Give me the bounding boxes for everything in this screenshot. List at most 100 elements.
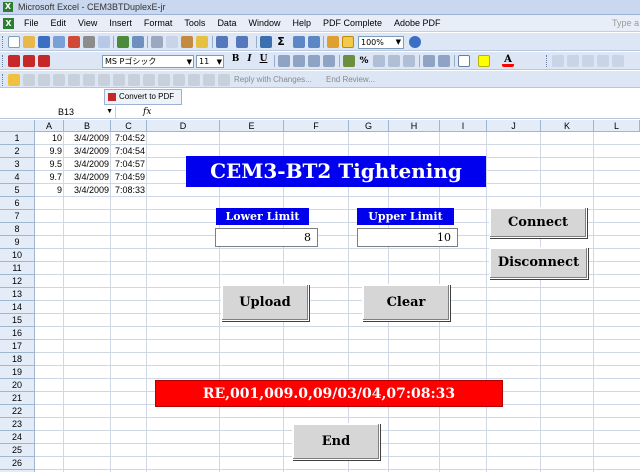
upper-limit-field[interactable]: 10: [357, 228, 458, 247]
row-header[interactable]: 20: [0, 379, 35, 392]
font-name-select[interactable]: MS Pゴシック ▼: [102, 55, 194, 68]
menu-pdf-complete[interactable]: PDF Complete: [323, 17, 382, 28]
ink-annotations-icon[interactable]: [143, 74, 155, 86]
row-header[interactable]: 12: [0, 275, 35, 288]
previous-comment-icon[interactable]: [23, 74, 35, 86]
column-header-k[interactable]: K: [541, 120, 594, 132]
print-preview-icon[interactable]: [98, 36, 110, 48]
column-header-e[interactable]: E: [220, 120, 284, 132]
lower-limit-field[interactable]: 8: [215, 228, 318, 247]
column-header-a[interactable]: A: [35, 120, 64, 132]
eraser-icon[interactable]: [188, 74, 200, 86]
copy-icon[interactable]: [166, 36, 178, 48]
cell-a3[interactable]: 9.5: [35, 158, 64, 171]
row-header[interactable]: 6: [0, 197, 35, 210]
underline-button[interactable]: U: [258, 54, 269, 64]
align-right-icon[interactable]: [308, 55, 320, 67]
new-comment-icon[interactable]: [8, 74, 20, 86]
create-task-icon[interactable]: [98, 74, 110, 86]
show-ink-icon[interactable]: [173, 74, 185, 86]
row-header[interactable]: 17: [0, 340, 35, 353]
merge-center-icon[interactable]: [323, 55, 335, 67]
drawing-tool-icon[interactable]: [612, 55, 624, 67]
row-header[interactable]: 19: [0, 366, 35, 379]
percent-icon[interactable]: %: [358, 55, 370, 67]
menu-data[interactable]: Data: [217, 17, 236, 28]
row-header[interactable]: 16: [0, 327, 35, 340]
cell-c1[interactable]: 7:04:52: [111, 132, 147, 145]
bold-button[interactable]: B: [230, 54, 241, 64]
row-header[interactable]: 7: [0, 210, 35, 223]
decrease-indent-icon[interactable]: [423, 55, 435, 67]
drawing-tool-icon[interactable]: [582, 55, 594, 67]
menu-view[interactable]: View: [78, 17, 97, 28]
fx-icon[interactable]: fx: [143, 106, 151, 118]
row-header[interactable]: 1: [0, 132, 35, 145]
column-header-b[interactable]: B: [64, 120, 111, 132]
toolbar-options-icon[interactable]: [524, 55, 532, 67]
send-to-mail-icon[interactable]: [128, 74, 140, 86]
toolbar-grip[interactable]: [2, 74, 5, 86]
connect-button[interactable]: Connect: [489, 207, 587, 238]
toolbar-grip[interactable]: [2, 36, 5, 48]
autosum-icon[interactable]: Σ: [275, 36, 287, 48]
toolbar-grip[interactable]: [546, 55, 549, 67]
select-all-corner[interactable]: [0, 120, 35, 132]
end-button[interactable]: End: [292, 423, 380, 460]
reply-icon[interactable]: [218, 74, 230, 86]
sort-descending-icon[interactable]: [308, 36, 320, 48]
show-all-comments-icon[interactable]: [68, 74, 80, 86]
font-size-select[interactable]: 11 ▼: [196, 55, 224, 68]
menu-help[interactable]: Help: [292, 17, 311, 28]
zoom-select[interactable]: 100% ▼: [358, 36, 404, 49]
next-comment-icon[interactable]: [38, 74, 50, 86]
delete-all-ink-icon[interactable]: [203, 74, 215, 86]
email-icon[interactable]: [68, 36, 80, 48]
format-painter-icon[interactable]: [196, 36, 208, 48]
show-comment-icon[interactable]: [53, 74, 65, 86]
print-icon[interactable]: [83, 36, 95, 48]
row-header[interactable]: 14: [0, 301, 35, 314]
row-header[interactable]: 23: [0, 418, 35, 431]
pdf-email-icon[interactable]: [23, 55, 35, 67]
cell-c5[interactable]: 7:08:33: [111, 184, 147, 197]
reply-with-changes-button[interactable]: Reply with Changes...: [234, 75, 312, 84]
row-header[interactable]: 25: [0, 444, 35, 457]
row-header[interactable]: 9: [0, 236, 35, 249]
cell-b2[interactable]: 3/4/2009: [64, 145, 111, 158]
end-review-button[interactable]: End Review...: [326, 75, 375, 84]
row-header[interactable]: 11: [0, 262, 35, 275]
column-header-g[interactable]: G: [349, 120, 389, 132]
font-color-icon[interactable]: A: [502, 55, 514, 67]
fill-color-icon[interactable]: [478, 55, 490, 67]
toolbar-options-icon[interactable]: [424, 36, 432, 48]
ask-question-box[interactable]: Type a: [612, 18, 639, 28]
cell-b3[interactable]: 3/4/2009: [64, 158, 111, 171]
decrease-decimal-icon[interactable]: [403, 55, 415, 67]
research-icon[interactable]: [132, 36, 144, 48]
row-header[interactable]: 10: [0, 249, 35, 262]
cell-b4[interactable]: 3/4/2009: [64, 171, 111, 184]
borders-icon[interactable]: [458, 55, 470, 67]
undo-icon[interactable]: [216, 36, 228, 48]
comma-style-icon[interactable]: [373, 55, 385, 67]
align-left-icon[interactable]: [278, 55, 290, 67]
column-header-f[interactable]: F: [284, 120, 349, 132]
align-center-icon[interactable]: [293, 55, 305, 67]
cell-c2[interactable]: 7:04:54: [111, 145, 147, 158]
chart-wizard-icon[interactable]: [327, 36, 339, 48]
cell-b5[interactable]: 3/4/2009: [64, 184, 111, 197]
italic-button[interactable]: I: [244, 54, 255, 64]
cell-a5[interactable]: 9: [35, 184, 64, 197]
menu-tools[interactable]: Tools: [184, 17, 205, 28]
column-header-d[interactable]: D: [147, 120, 220, 132]
column-header-l[interactable]: L: [594, 120, 640, 132]
column-header-h[interactable]: H: [389, 120, 440, 132]
spelling-icon[interactable]: [117, 36, 129, 48]
toolbar-options-icon[interactable]: [376, 74, 384, 86]
sort-ascending-icon[interactable]: [293, 36, 305, 48]
update-file-icon[interactable]: [113, 74, 125, 86]
row-header[interactable]: 3: [0, 158, 35, 171]
hyperlink-icon[interactable]: [260, 36, 272, 48]
currency-icon[interactable]: [343, 55, 355, 67]
